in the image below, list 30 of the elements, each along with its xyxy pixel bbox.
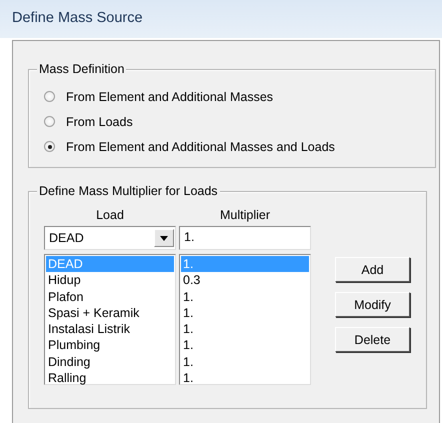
radio-button[interactable] (44, 91, 55, 102)
radio-label[interactable]: From Loads (66, 114, 133, 128)
radio-button[interactable] (44, 141, 55, 152)
group-title: Define Mass Multiplier for Loads (37, 183, 220, 199)
action-button[interactable]: Delete (335, 327, 410, 352)
multiplier-item[interactable]: 1. (181, 337, 309, 354)
dropdown-arrow-icon (160, 236, 168, 240)
radio-label[interactable]: From Element and Additional Masses (66, 90, 274, 104)
column-header: Load (95, 207, 125, 224)
multiplier-item[interactable]: 0.3 (181, 272, 309, 289)
multiplier-item[interactable]: 1. (181, 321, 309, 338)
multiplier-field[interactable]: 1. (179, 226, 311, 250)
load-item[interactable]: Ralling (46, 370, 174, 386)
multiplier-item[interactable]: 1. (181, 370, 309, 386)
window-title: Define Mass Source (0, 0, 442, 38)
action-button[interactable]: Add (335, 257, 410, 282)
action-button[interactable]: Modify (335, 292, 410, 317)
load-item[interactable]: Hidup (46, 272, 174, 289)
load-dropdown[interactable]: DEAD (44, 226, 176, 250)
column-header: Multiplier (218, 207, 271, 224)
load-item[interactable]: Plumbing (46, 337, 174, 354)
load-item[interactable]: Spasi + Keramik (46, 304, 174, 322)
load-item[interactable]: Instalasi Listrik (46, 321, 174, 338)
load-item[interactable]: Plafon (46, 288, 174, 305)
radio-label[interactable]: From Element and Additional Masses and Loads (66, 140, 335, 154)
radio-button[interactable] (44, 116, 55, 127)
multiplier-item[interactable]: 1. (181, 304, 309, 322)
load-item[interactable]: Dinding (46, 354, 174, 370)
multiplier-item[interactable]: 1. (181, 288, 309, 305)
multiplier-item[interactable]: 1. (181, 354, 309, 370)
